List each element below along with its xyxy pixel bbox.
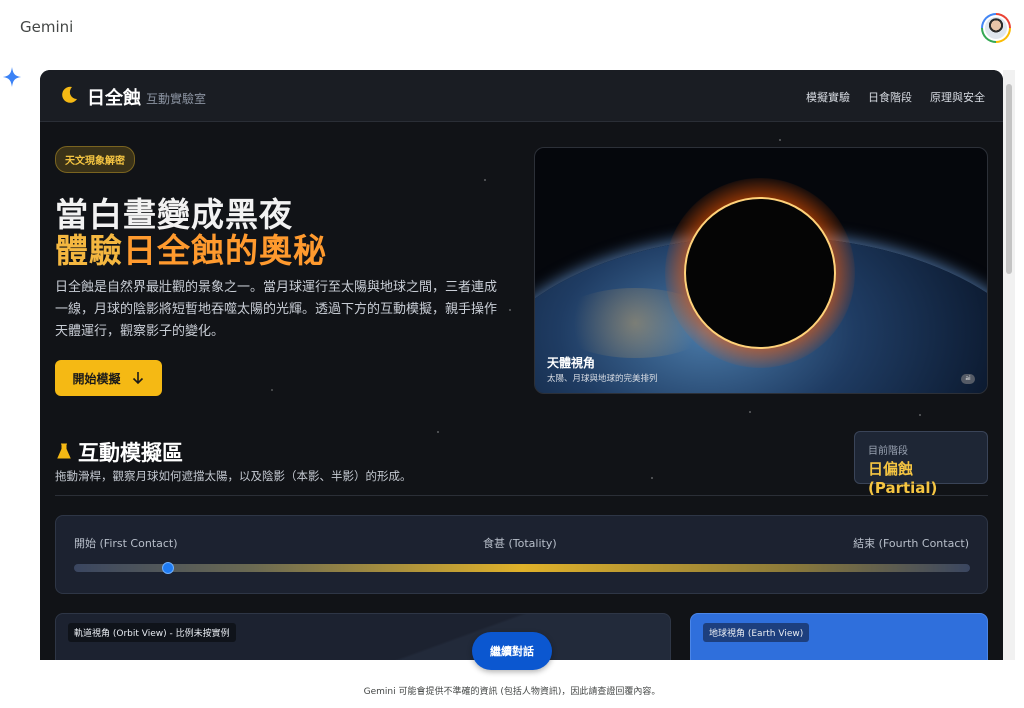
flask-icon [57,443,71,459]
orbit-view-tag: 軌道視角 (Orbit View) - 比例未按實例 [68,623,236,642]
hero-caption-title: 天體視角 [547,356,596,370]
eclipse-slider-panel: 開始 (First Contact) 食甚 (Totality) 結束 (Fou… [55,515,988,594]
gemini-title: Gemini [20,18,74,36]
nav-principles-safety[interactable]: 原理與安全 [930,89,985,105]
slider-start-label: 開始 (First Contact) [74,537,178,550]
start-simulation-label: 開始模擬 [72,371,121,386]
app-header: 日全蝕 互動實驗室 模擬實驗 日食階段 原理與安全 [40,70,1003,122]
scrollbar-thumb[interactable] [1006,84,1012,274]
gemini-spark-icon [3,67,21,87]
current-phase-label: 目前階段 [868,446,908,457]
avatar[interactable] [981,13,1011,43]
gemini-disclaimer: Gemini 可能會提供不準確的資訊 (包括人物資訊)，因此請查證回覆內容。 [363,687,661,697]
ai-generated-tag: ai [961,374,975,384]
headline-line2-prefix: 體驗 [55,231,123,270]
topic-badge: 天文現象解密 [55,146,135,173]
intro-paragraph: 日全蝕是自然界最壯觀的景象之一。當月球運行至太陽與地球之間，三者連成一線，月球的… [55,280,498,339]
slider-mid-label: 食甚 (Totality) [483,537,557,550]
section-description: 拖動滑桿，觀察月球如何遮擋太陽，以及陰影（本影、半影）的形成。 [55,469,412,483]
moon-disc [686,199,834,347]
current-phase-card: 目前階段 日偏蝕 (Partial) [854,431,988,497]
moon-icon [62,86,77,103]
headline-line2: 體驗日全蝕的奧秘 [55,224,327,272]
artifact-scrollbar[interactable] [1003,70,1015,660]
hero-caption-subtitle: 太陽、月球與地球的完美排列 [547,374,658,384]
nav-phases[interactable]: 日食階段 [868,89,912,105]
app-brand: 日全蝕 [87,88,141,109]
arrow-down-icon [132,372,143,385]
current-phase-value: 日偏蝕 (Partial) [868,460,938,497]
section-divider [55,495,988,496]
slider-end-label: 結束 (Fourth Contact) [853,537,969,550]
continue-chat-button[interactable]: 繼續對話 [472,632,552,670]
earth-view-tag: 地球視角 (Earth View) [703,623,810,642]
nav-simulation[interactable]: 模擬實驗 [806,89,850,105]
eclipse-progress-slider[interactable] [74,562,970,574]
orbit-view-panel: 軌道視角 (Orbit View) - 比例未按實例 [55,613,671,660]
section-title: 互動模擬區 [78,441,183,465]
earth-view-panel: 地球視角 (Earth View) [690,613,988,660]
start-simulation-button[interactable]: 開始模擬 [55,360,162,396]
artifact-frame: 日全蝕 互動實驗室 模擬實驗 日食階段 原理與安全 天文現象解密 當白晝變成黑夜… [40,70,1003,660]
eclipse-hero-image: 天體視角 太陽、月球與地球的完美排列 ai [534,147,988,394]
app-brand-sub: 互動實驗室 [146,92,207,106]
app-nav: 模擬實驗 日食階段 原理與安全 [806,89,985,105]
slider-thumb[interactable] [162,562,175,574]
headline-line2-highlight: 日全蝕的奧秘 [123,231,327,270]
gemini-topbar: Gemini [0,0,1024,56]
